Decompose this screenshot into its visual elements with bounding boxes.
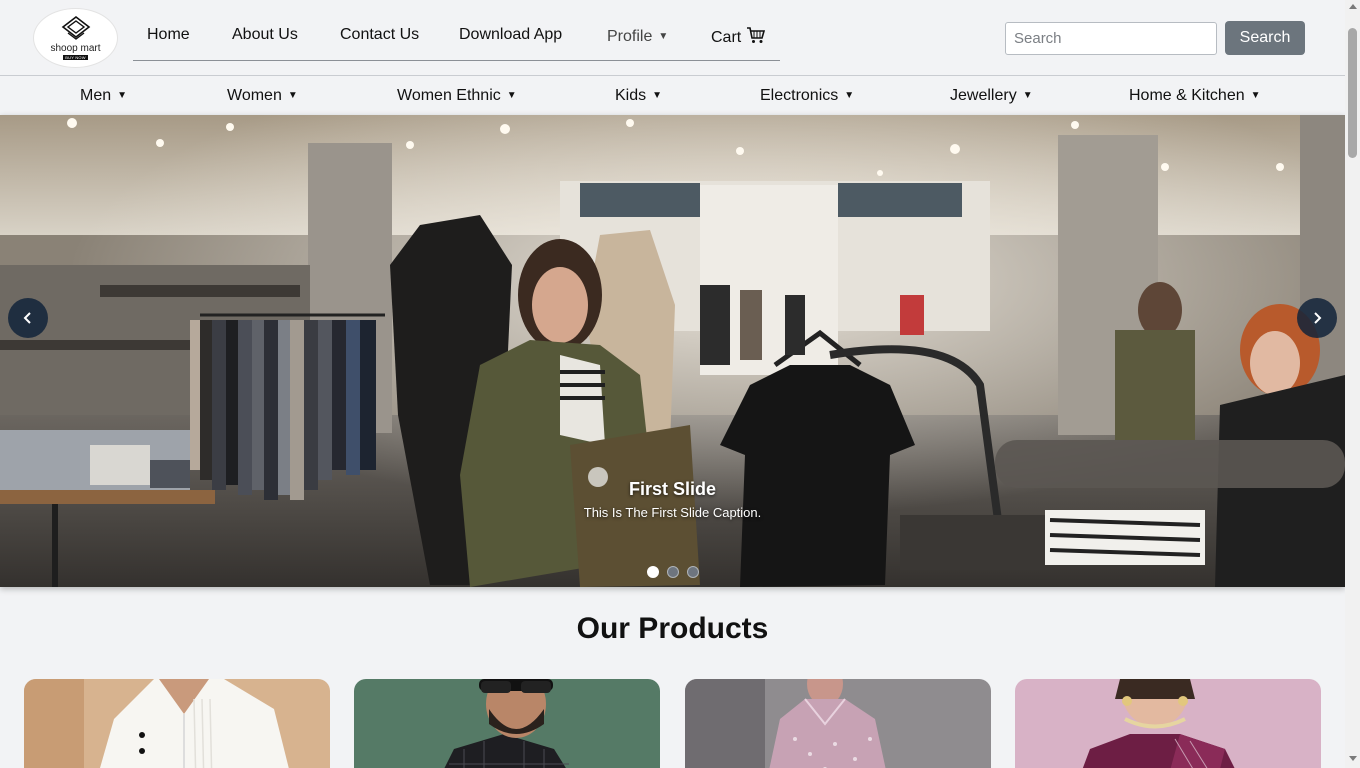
chevron-down-icon: ▼ bbox=[506, 90, 517, 101]
products-heading: Our Products bbox=[576, 612, 769, 645]
product-image bbox=[24, 679, 330, 768]
carousel-indicator-3[interactable] bbox=[687, 566, 699, 578]
category-label: Jewellery bbox=[950, 87, 1017, 104]
carousel-indicator-1[interactable] bbox=[647, 566, 659, 578]
product-image bbox=[685, 679, 991, 768]
header: shoop mart BUY NOW Home About Us Contact… bbox=[0, 0, 1345, 76]
nav-about[interactable]: About Us bbox=[232, 26, 298, 44]
nav-home[interactable]: Home bbox=[147, 26, 190, 44]
product-card[interactable] bbox=[24, 679, 330, 768]
nav-cart[interactable]: Cart bbox=[711, 26, 766, 47]
chevron-down-icon: ▼ bbox=[844, 90, 855, 101]
carousel-caption: First Slide This Is The First Slide Capt… bbox=[0, 479, 1345, 520]
carousel-slide-caption: This Is The First Slide Caption. bbox=[583, 505, 762, 520]
category-label: Men bbox=[80, 87, 112, 104]
category-label: Home & Kitchen bbox=[1129, 87, 1245, 104]
product-card[interactable] bbox=[1015, 679, 1321, 768]
category-bar: Men ▼ Women ▼ Women Ethnic ▼ Kids ▼ Electron… bbox=[0, 77, 1345, 115]
carousel-indicator-2[interactable] bbox=[667, 566, 679, 578]
nav-profile-label: Profile bbox=[607, 28, 653, 45]
category-label: Electronics bbox=[760, 87, 839, 104]
brand-name: shoop mart bbox=[50, 43, 101, 54]
search-button[interactable]: Search bbox=[1225, 21, 1305, 55]
carousel-indicators bbox=[647, 566, 699, 578]
category-kids[interactable]: Kids ▼ bbox=[615, 87, 662, 105]
chevron-down-icon: ▼ bbox=[117, 90, 128, 101]
category-women[interactable]: Women ▼ bbox=[227, 87, 298, 105]
category-jewellery[interactable]: Jewellery ▼ bbox=[950, 87, 1033, 105]
scroll-up-arrow-icon[interactable] bbox=[1349, 4, 1357, 9]
nav-contact[interactable]: Contact Us bbox=[340, 26, 419, 44]
product-card[interactable] bbox=[354, 679, 660, 768]
brand-tagline: BUY NOW bbox=[63, 55, 88, 60]
chevron-down-icon: ▼ bbox=[287, 90, 298, 101]
scroll-down-arrow-icon[interactable] bbox=[1349, 756, 1357, 761]
nav-download-app[interactable]: Download App bbox=[459, 26, 562, 44]
category-electronics[interactable]: Electronics ▼ bbox=[760, 87, 854, 105]
chevron-down-icon: ▼ bbox=[652, 90, 663, 101]
carousel-slide-title: First Slide bbox=[628, 479, 717, 499]
carousel-next-button[interactable] bbox=[1297, 298, 1337, 338]
category-women-ethnic[interactable]: Women Ethnic ▼ bbox=[397, 87, 517, 105]
scrollbar-thumb[interactable] bbox=[1348, 28, 1357, 158]
category-label: Kids bbox=[615, 87, 647, 104]
chevron-left-icon bbox=[23, 312, 31, 324]
carousel-prev-button[interactable] bbox=[8, 298, 48, 338]
main-nav: Home About Us Contact Us Download App Pr… bbox=[133, 15, 780, 61]
nav-profile-dropdown[interactable]: Profile ▼ bbox=[607, 28, 668, 46]
category-label: Women Ethnic bbox=[397, 87, 501, 104]
cart-icon bbox=[747, 27, 766, 43]
product-card[interactable] bbox=[685, 679, 991, 768]
hero-carousel: First Slide This Is The First Slide Capt… bbox=[0, 115, 1345, 587]
product-image bbox=[1015, 679, 1321, 768]
chevron-down-icon: ▼ bbox=[1022, 90, 1033, 101]
nav-cart-label: Cart bbox=[711, 29, 742, 46]
brand-logo[interactable]: shoop mart BUY NOW bbox=[33, 8, 118, 68]
product-image bbox=[354, 679, 660, 768]
chevron-down-icon: ▼ bbox=[1250, 90, 1261, 101]
search-input[interactable] bbox=[1005, 22, 1217, 55]
page-scrollbar[interactable] bbox=[1345, 0, 1360, 768]
logo-diamond-icon bbox=[61, 16, 90, 40]
category-men[interactable]: Men ▼ bbox=[80, 87, 127, 105]
chevron-down-icon: ▼ bbox=[658, 31, 669, 42]
category-home-kitchen[interactable]: Home & Kitchen ▼ bbox=[1129, 87, 1261, 105]
chevron-right-icon bbox=[1314, 312, 1322, 324]
category-label: Women bbox=[227, 87, 282, 104]
